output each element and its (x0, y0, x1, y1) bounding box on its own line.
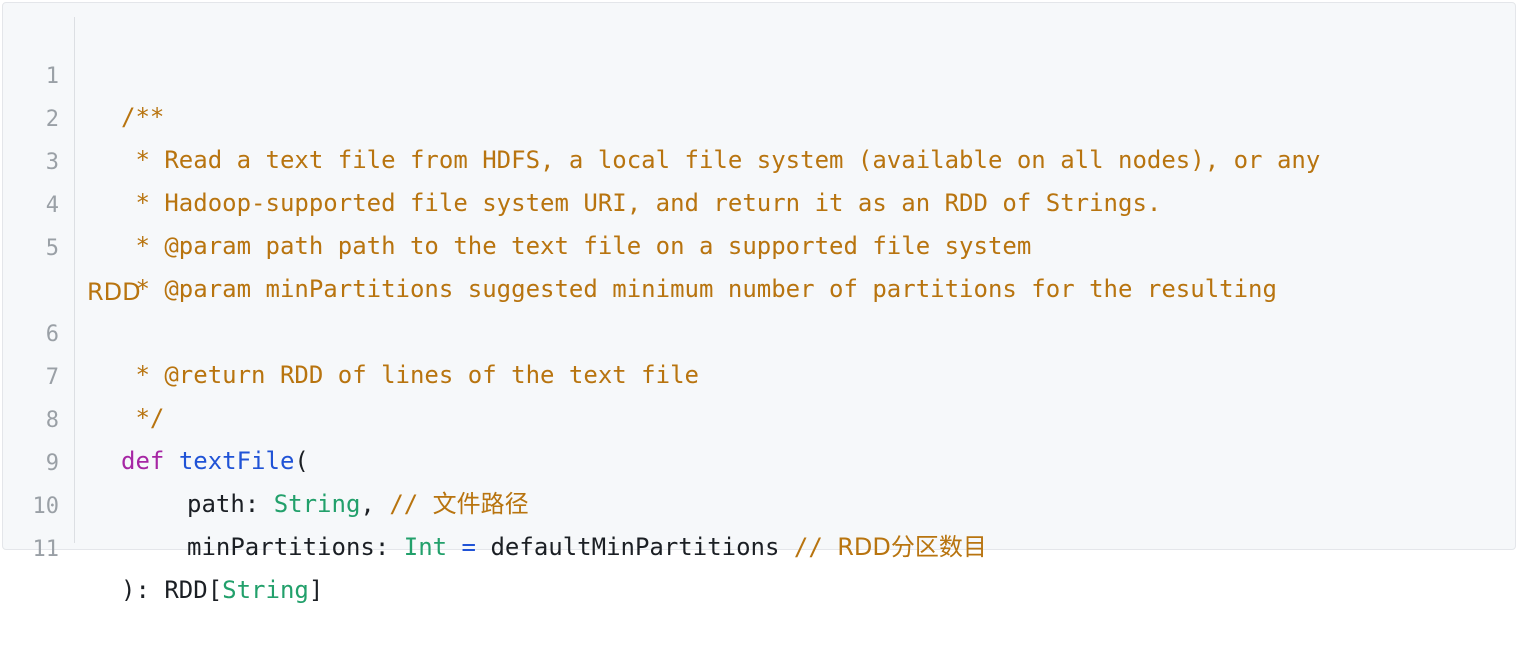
code-text: ): RDD[String] (121, 570, 323, 610)
code-line-2: 2 * Read a text file from HDFS, a local … (3, 60, 1513, 174)
inline-comment-text: RDD分区数目 (837, 533, 987, 561)
punctuation: [ (207, 576, 223, 604)
line-number: 11 (32, 537, 60, 562)
punctuation: : (374, 533, 404, 561)
code-line-3: 3 * Hadoop-supported file system URI, an… (3, 103, 1513, 217)
code-line-5-wrap: RDD (3, 232, 1513, 306)
param-name: minPartitions (187, 533, 375, 561)
code-text: minPartitions: Int = defaultMinPartition… (187, 527, 987, 567)
code-line-11: 11 ): RDD[String] (3, 490, 1513, 604)
return-type-prefix: ): RDD (121, 576, 208, 604)
code-line-4: 4 * @param path path to the text file on… (3, 146, 1513, 260)
code-line-5: 5 * @param minPartitions suggested minim… (3, 189, 1513, 303)
code-line-7: 7 */ (3, 318, 1513, 432)
default-value: defaultMinPartitions (490, 533, 780, 561)
operator: = (447, 533, 491, 561)
code-line-6: 6 * @return RDD of lines of the text fil… (3, 275, 1513, 389)
inline-comment: // (779, 533, 838, 561)
code-line-9: 9 path: String, // 文件路径 (3, 404, 1513, 518)
code-line-1: 1 /** (3, 17, 1513, 131)
punctuation: ] (308, 576, 324, 604)
code-block: 1 /** 2 * Read a text file from HDFS, a … (2, 2, 1516, 604)
type-name: Int (403, 533, 448, 561)
code-line-10: 10 minPartitions: Int = defaultMinPartit… (3, 447, 1513, 561)
type-name: String (222, 576, 309, 604)
code-line-8: 8 def textFile( (3, 361, 1513, 475)
